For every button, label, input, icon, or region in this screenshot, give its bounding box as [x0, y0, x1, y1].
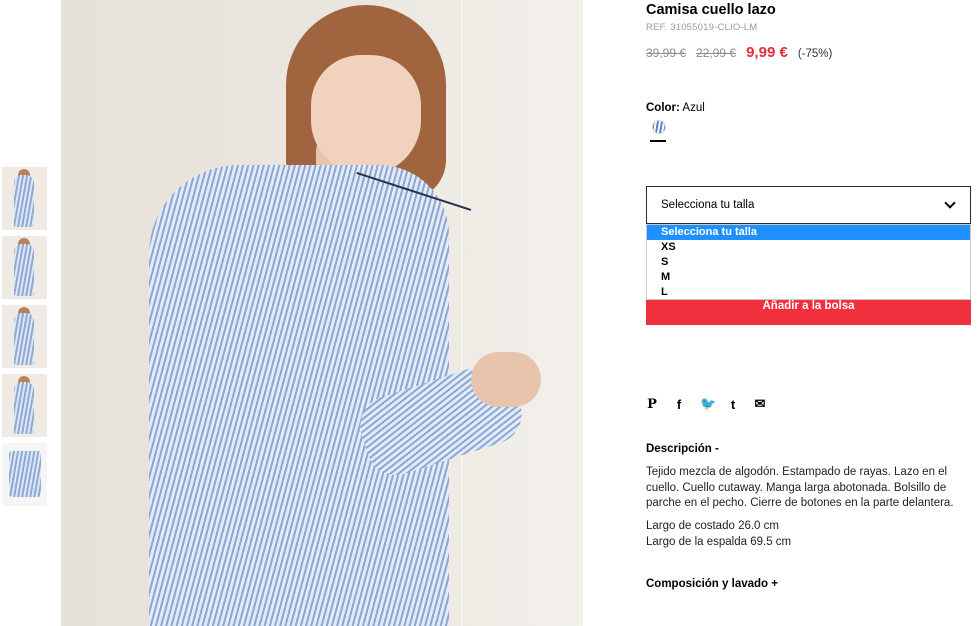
size-option-xs[interactable]: XS [647, 240, 970, 255]
composition-toggle[interactable]: Composición y lavado + [646, 578, 778, 590]
size-option[interactable]: Selecciona tu talla [647, 225, 970, 240]
model-face [311, 55, 421, 175]
thumbnail-gallery [2, 167, 48, 512]
thumbnail-3[interactable] [2, 305, 47, 368]
color-swatch-azul[interactable] [652, 120, 666, 134]
size-option-m[interactable]: M [647, 270, 970, 285]
tumblr-icon[interactable]: t [727, 397, 739, 412]
twitter-icon[interactable]: 🐦 [700, 396, 716, 412]
size-option-l[interactable]: L [647, 285, 970, 300]
chevron-down-icon [944, 197, 956, 209]
add-to-bag-button[interactable]: Añadir a la bolsa [646, 296, 971, 325]
size-select-value: Selecciona tu talla [661, 199, 755, 211]
description-toggle[interactable]: Descripción - [646, 443, 719, 455]
email-icon[interactable]: ✉ [754, 396, 766, 412]
share-links: P f 🐦 t ✉ [646, 396, 781, 412]
color-label: Color: [646, 102, 680, 114]
discount-badge: (-75%) [797, 48, 833, 60]
size-select[interactable]: Selecciona tu talla [646, 186, 971, 224]
thumbnail-1[interactable] [2, 167, 47, 230]
product-ref: REF. 31055019-CLIO-LM [646, 22, 758, 33]
thumbnail-2[interactable] [2, 236, 47, 299]
sale-price: 9,99 € [746, 44, 788, 61]
model-hand [471, 352, 541, 407]
size-dropdown: Selecciona tu talla XS S M L [646, 224, 971, 300]
pinterest-icon[interactable]: P [646, 397, 658, 412]
measure-back-length: Largo de la espalda 69.5 cm [646, 535, 792, 548]
thumbnail-4[interactable] [2, 374, 47, 437]
swatch-selected-indicator [650, 140, 666, 142]
product-info: Camisa cuello lazo REF. 31055019-CLIO-LM… [646, 0, 976, 590]
original-price: 39,99 € [646, 46, 687, 60]
measure-side-length: Largo de costado 26.0 cm [646, 520, 779, 532]
price-row: 39,99 € 22,99 € 9,99 € (-75%) [646, 44, 976, 61]
description-text: Tejido mezcla de algodón. Estampado de r… [646, 466, 954, 509]
wall-edge [461, 0, 463, 626]
product-title: Camisa cuello lazo [646, 2, 776, 18]
color-value: Azul [682, 102, 705, 114]
size-option-s[interactable]: S [647, 255, 970, 270]
main-product-photo[interactable] [61, 0, 583, 626]
measurements: Largo de costado 26.0 cm Largo de la esp… [646, 519, 791, 550]
color-selector: Color: Azul [646, 102, 976, 142]
facebook-icon[interactable]: f [673, 397, 685, 412]
thumbnail-5[interactable] [2, 443, 47, 506]
previous-price: 22,99 € [696, 46, 737, 60]
